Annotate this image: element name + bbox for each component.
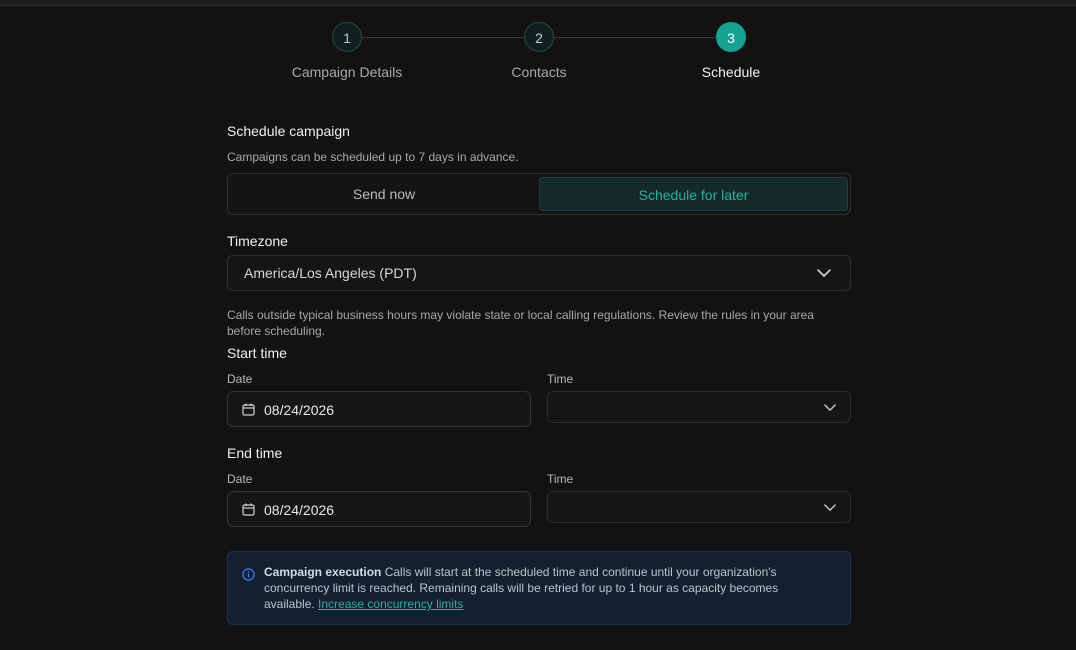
end-time-select[interactable] <box>547 491 851 523</box>
start-time-select[interactable] <box>547 391 851 423</box>
progress-stepper: 1 Campaign Details 2 Contacts 3 Schedule <box>227 22 851 82</box>
timezone-select[interactable]: America/Los Angeles (PDT) <box>227 255 851 291</box>
callout-text: Campaign execution Calls will start at t… <box>264 564 824 612</box>
end-date-value: 08/24/2026 <box>264 502 335 518</box>
schedule-subtitle: Campaigns can be scheduled up to 7 days … <box>227 150 519 164</box>
chevron-down-icon <box>824 404 836 411</box>
step-label: Contacts <box>511 64 567 80</box>
campaign-execution-callout: Campaign execution Calls will start at t… <box>227 551 851 625</box>
schedule-mode-toggle: Send now Schedule for later <box>227 173 851 215</box>
step-schedule[interactable]: 3 Schedule <box>631 22 831 80</box>
step-number: 1 <box>332 22 362 52</box>
increase-concurrency-link[interactable]: Increase concurrency limits <box>318 597 463 611</box>
chevron-down-icon <box>817 269 831 277</box>
start-date-input[interactable]: 08/24/2026 <box>227 391 531 427</box>
step-label: Schedule <box>701 64 761 80</box>
start-time-title: Start time <box>227 345 287 361</box>
start-time-label: Time <box>547 372 574 386</box>
end-time-title: End time <box>227 445 283 461</box>
info-icon <box>242 568 255 581</box>
step-number: 3 <box>716 22 746 52</box>
top-divider <box>0 0 1076 6</box>
schedule-title: Schedule campaign <box>227 123 350 139</box>
step-number: 2 <box>524 22 554 52</box>
step-label: Campaign Details <box>291 64 403 80</box>
calendar-icon <box>242 503 255 516</box>
calendar-icon <box>242 403 255 416</box>
callout-title: Campaign execution <box>264 565 382 579</box>
end-date-label: Date <box>227 472 253 486</box>
start-date-label: Date <box>227 372 253 386</box>
timezone-warning: Calls outside typical business hours may… <box>227 308 814 338</box>
end-date-input[interactable]: 08/24/2026 <box>227 491 531 527</box>
chevron-down-icon <box>824 504 836 511</box>
step-contacts[interactable]: 2 Contacts <box>439 22 639 80</box>
send-now-option[interactable]: Send now <box>231 177 537 211</box>
timezone-value: America/Los Angeles (PDT) <box>244 265 417 281</box>
end-time-label: Time <box>547 472 574 486</box>
step-campaign-details[interactable]: 1 Campaign Details <box>247 22 447 80</box>
timezone-label: Timezone <box>227 233 288 249</box>
start-date-value: 08/24/2026 <box>264 402 335 418</box>
schedule-later-option[interactable]: Schedule for later <box>539 177 848 211</box>
